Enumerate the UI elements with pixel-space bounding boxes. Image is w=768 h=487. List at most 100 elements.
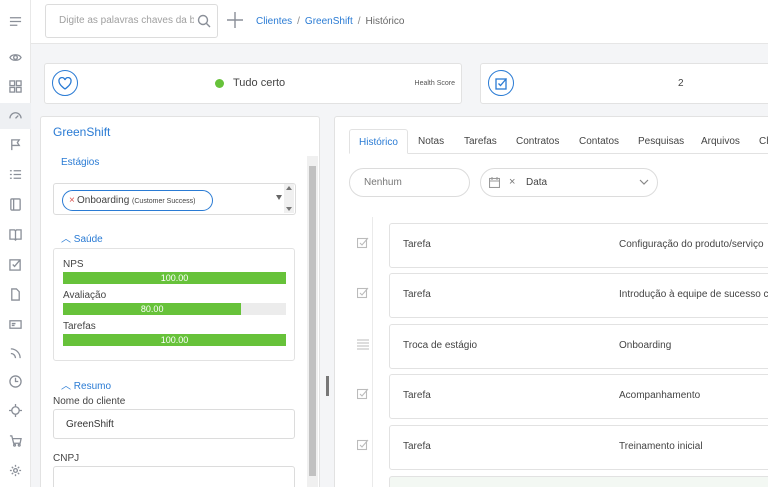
health-box: NPS 100.00 Avaliação 80.00 Tarefas 100.0… xyxy=(53,248,295,361)
list-icon xyxy=(357,338,369,350)
chevron-down-icon[interactable] xyxy=(639,178,649,189)
flag-icon[interactable] xyxy=(0,131,31,157)
tab-contatos[interactable]: Contatos xyxy=(579,129,619,154)
history-entry[interactable]: Tarefa Acompanhamento xyxy=(389,374,768,419)
panel-scrollbar[interactable] xyxy=(307,156,318,487)
entry-description: Introdução à equipe de sucesso c xyxy=(619,289,768,300)
health-label-tarefas: Tarefas xyxy=(63,321,96,332)
client-name-value: GreenShift xyxy=(66,419,114,430)
scrollbar-thumb[interactable] xyxy=(309,166,316,476)
history-panel: Histórico Notas Tarefas Contratos Contat… xyxy=(334,116,768,487)
tab-historico[interactable]: Histórico xyxy=(349,129,408,154)
eye-icon[interactable] xyxy=(0,44,31,70)
calendar-icon xyxy=(488,177,501,191)
entry-type: Tarefa xyxy=(403,239,431,250)
health-bar-fill: 80.00 xyxy=(63,303,242,315)
health-icon[interactable] xyxy=(0,103,31,129)
check-icon xyxy=(356,237,369,249)
card-icon[interactable] xyxy=(0,311,31,337)
check-icon xyxy=(356,287,369,299)
tasks-card: 2 xyxy=(480,63,768,104)
tab-arquivos[interactable]: Arquivos xyxy=(701,129,740,154)
chevron-up-icon: ︿ xyxy=(61,381,71,392)
history-entry[interactable]: Tarefa Configuração do produto/serviço xyxy=(389,223,768,268)
checkbox-icon xyxy=(488,70,514,96)
search-input[interactable] xyxy=(59,15,194,26)
status-text: Tudo certo xyxy=(233,77,286,89)
stage-chip: × Onboarding (Customer Success) xyxy=(62,190,213,211)
breadcrumb-clientes[interactable]: Clientes xyxy=(256,16,292,27)
history-entry[interactable]: Tarefa Introdução à equipe de sucesso c xyxy=(389,273,768,318)
health-label-avaliacao: Avaliação xyxy=(63,290,107,301)
health-bar-tarefas: 100.00 xyxy=(63,334,286,346)
timeline-line xyxy=(372,217,373,487)
history-entry[interactable]: Tarefa Treinamento inicial xyxy=(389,425,768,470)
cnpj-field[interactable] xyxy=(53,466,295,487)
sidebar xyxy=(0,0,31,487)
health-section-label: Saúde xyxy=(73,234,103,245)
resize-handle[interactable] xyxy=(326,376,329,396)
summary-section-label: Resumo xyxy=(73,381,112,392)
tab-contratos[interactable]: Contratos xyxy=(516,129,559,154)
health-bar-fill: 100.00 xyxy=(63,272,286,284)
breadcrumb-separator: / xyxy=(297,16,300,27)
heart-icon xyxy=(52,70,78,96)
search-box xyxy=(45,4,218,38)
health-bar-avaliacao: 80.00 xyxy=(63,303,286,315)
entry-description: Treinamento inicial xyxy=(619,441,703,452)
type-filter[interactable]: Nenhum xyxy=(349,168,470,197)
clear-date-icon[interactable]: × xyxy=(509,176,515,188)
breadcrumb-separator: / xyxy=(357,16,361,27)
history-entry[interactable]: Troca de estágio Onboarding xyxy=(389,324,768,369)
tab-notas[interactable]: Notas xyxy=(418,129,444,154)
task-icon[interactable] xyxy=(0,251,31,277)
client-panel: GreenShift Estágios × Onboarding (Custome… xyxy=(40,116,320,487)
book-icon[interactable] xyxy=(0,221,31,247)
stage-chip-qualifier: (Customer Success) xyxy=(132,198,196,205)
gear-icon[interactable] xyxy=(0,457,31,483)
check-icon xyxy=(356,439,369,451)
stage-chip-name: Onboarding xyxy=(77,195,130,206)
client-name-field[interactable]: GreenShift xyxy=(53,409,295,439)
breadcrumb: Clientes / GreenShift / Histórico xyxy=(256,16,404,27)
health-bar-fill: 100.00 xyxy=(63,334,286,346)
tab-more[interactable]: Ch xyxy=(759,129,768,154)
document-icon[interactable] xyxy=(0,281,31,307)
remove-stage-icon[interactable]: × xyxy=(69,191,75,210)
chevron-down-icon[interactable] xyxy=(276,195,282,200)
entry-description: Acompanhamento xyxy=(619,390,701,401)
search-icon[interactable] xyxy=(197,14,211,31)
stage-scrollbar[interactable] xyxy=(284,184,294,213)
tab-tarefas[interactable]: Tarefas xyxy=(464,129,497,154)
list-icon[interactable] xyxy=(0,161,31,187)
tab-pesquisas[interactable]: Pesquisas xyxy=(638,129,684,154)
menu-icon[interactable] xyxy=(0,8,31,34)
feed-icon[interactable] xyxy=(0,340,31,366)
health-label-nps: NPS xyxy=(63,259,84,270)
entry-type: Tarefa xyxy=(403,289,431,300)
health-score-label: Health Score xyxy=(414,80,455,87)
history-entry[interactable] xyxy=(389,476,768,487)
breadcrumb-greenshift[interactable]: GreenShift xyxy=(305,16,353,27)
check-icon xyxy=(356,388,369,400)
journey-icon[interactable] xyxy=(0,191,31,217)
dashboard-icon[interactable] xyxy=(0,73,31,99)
client-name-label: Nome do cliente xyxy=(53,396,126,407)
health-bar-nps: 100.00 xyxy=(63,272,286,284)
date-filter[interactable]: × Data xyxy=(480,168,658,197)
type-filter-placeholder: Nenhum xyxy=(364,177,402,188)
tab-bar: Histórico Notas Tarefas Contratos Contat… xyxy=(349,129,768,154)
cart-icon[interactable] xyxy=(0,427,31,453)
health-section-toggle[interactable]: ︿ Saúde xyxy=(61,230,103,245)
cnpj-label: CNPJ xyxy=(53,453,80,464)
clock-icon[interactable] xyxy=(0,368,31,394)
stage-select[interactable]: × Onboarding (Customer Success) xyxy=(53,183,296,215)
client-title: GreenShift xyxy=(53,125,111,139)
summary-section-toggle[interactable]: ︿ Resumo xyxy=(61,377,111,392)
target-icon[interactable] xyxy=(0,397,31,423)
add-icon[interactable] xyxy=(226,11,244,29)
stages-label: Estágios xyxy=(61,157,100,168)
entry-type: Tarefa xyxy=(403,390,431,401)
breadcrumb-current: Histórico xyxy=(365,16,405,27)
date-filter-label: Data xyxy=(526,177,548,188)
